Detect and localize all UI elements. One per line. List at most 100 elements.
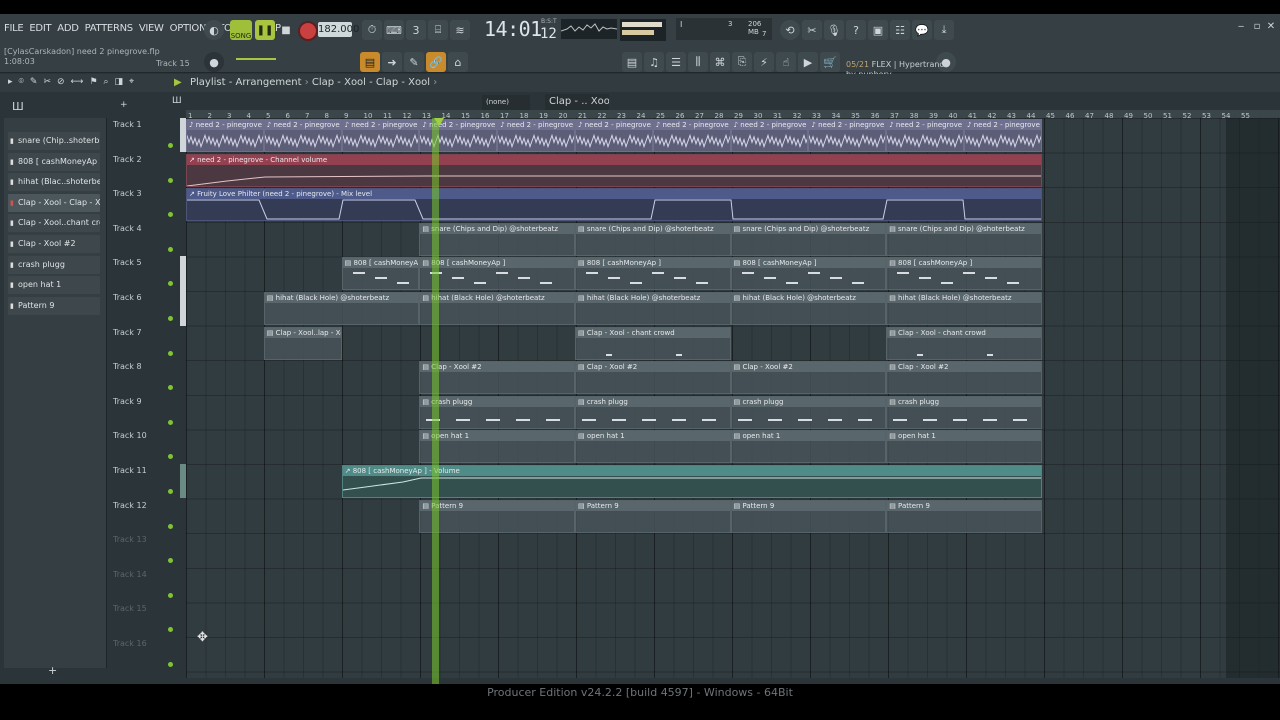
playlist-clip[interactable]: ▤ hihat (Black Hole) @shoterbeatz	[730, 292, 887, 325]
track-header[interactable]: Track 7	[110, 326, 180, 360]
playhead-marker-icon[interactable]	[434, 118, 444, 126]
playlist-clip[interactable]: ▤ open hat 1	[575, 430, 731, 464]
track-header[interactable]: Track 6	[110, 291, 180, 325]
playlist-clip[interactable]: ▤ crash plugg	[730, 395, 887, 429]
track-mute-led[interactable]	[168, 489, 173, 494]
track-header[interactable]: Track 12	[110, 499, 180, 533]
playlist-clip[interactable]: ▤ Pattern 9	[886, 499, 1042, 533]
undo-history-icon[interactable]: ⟲	[780, 20, 800, 40]
playlist-menu-icon[interactable]: ▶	[174, 77, 182, 88]
playlist-clip[interactable]: ↗ 808 [ cashMoneyAp ] - Volume	[341, 465, 1042, 498]
track-mute-led[interactable]	[168, 662, 173, 667]
track-mute-led[interactable]	[168, 627, 173, 633]
playlist-clip[interactable]: ▤ hihat (Black Hole) @shoterbeatz	[886, 292, 1042, 325]
playlist-clip[interactable]: ♪ need 2 - pinegrove	[186, 119, 264, 152]
song-pattern-icon[interactable]: ◐	[204, 20, 224, 40]
playlist-clip[interactable]: ▤ crash plugg	[886, 395, 1042, 429]
touch-icon[interactable]: ☝	[776, 52, 796, 72]
pattern-selector[interactable]: (none)	[482, 95, 530, 110]
track-mute-led[interactable]	[168, 523, 173, 529]
playlist-clip[interactable]: ▤ Pattern 9	[730, 499, 887, 533]
picker-item[interactable]: ▮ Clap - Xool - Clap - Xool	[8, 193, 100, 212]
playlist-icon[interactable]: ▤	[622, 52, 642, 72]
track-header[interactable]: Track 13	[110, 533, 180, 567]
step-edit-icon[interactable]: ⌸	[428, 20, 448, 40]
channel-rack-icon[interactable]: ☰	[666, 52, 686, 72]
playlist-clip[interactable]: ↗ Fruity Love Philter (need 2 - pinegrov…	[186, 188, 1042, 222]
countdown-icon[interactable]: 3	[406, 20, 426, 40]
track-mute-led[interactable]	[168, 316, 173, 321]
master-pitch-slider[interactable]	[236, 58, 276, 60]
playlist-clip[interactable]: ▤ 808 [ cashMoneyAp ]	[341, 257, 420, 291]
song-mode-button[interactable]: SONG	[230, 20, 252, 40]
menu-view[interactable]: VIEW	[139, 23, 164, 34]
picker-item[interactable]: ▮ crash plugg	[8, 255, 100, 274]
menu-add[interactable]: ADD	[57, 23, 79, 34]
playlist-clip[interactable]: ▤ crash plugg	[419, 395, 575, 429]
playlist-clip[interactable]: ▤ snare (Chips and Dip) @shoterbeatz	[575, 222, 731, 256]
metronome-icon[interactable]: ⏱	[362, 20, 382, 40]
download-icon[interactable]: ⤓	[934, 20, 954, 40]
picker-item[interactable]: ▮ open hat 1	[8, 276, 100, 295]
mic-icon[interactable]: 🎙	[824, 20, 844, 40]
playlist-clip[interactable]: ▤ open hat 1	[419, 430, 575, 464]
cut-icon[interactable]: ✂	[802, 20, 822, 40]
playlist-clip[interactable]: ▤ 808 [ cashMoneyAp ]	[886, 257, 1042, 291]
record-button[interactable]	[298, 21, 318, 41]
track-mute-led[interactable]	[168, 350, 173, 356]
track-header[interactable]: Track 3	[110, 187, 180, 221]
track-mute-led[interactable]	[168, 246, 173, 252]
track-mute-led[interactable]	[168, 385, 173, 391]
mixer-icon[interactable]: ☷	[890, 20, 910, 40]
close-icon[interactable]: ✕	[1266, 22, 1276, 32]
track-header[interactable]: Track 14	[110, 568, 180, 602]
track-mute-led[interactable]	[168, 454, 173, 460]
pause-button[interactable]: ❚❚	[255, 20, 275, 40]
playlist-clip[interactable]: ▤ 808 [ cashMoneyAp ]	[575, 257, 731, 291]
playlist-clip[interactable]: ▤ hihat (Black Hole) @shoterbeatz	[575, 292, 731, 325]
playlist-clip[interactable]: ↗ need 2 - pinegrove - Channel volume	[186, 153, 1042, 187]
playlist-clip[interactable]: ▤ 808 [ cashMoneyAp ]	[419, 257, 575, 291]
track-header[interactable]: Track 16	[110, 637, 180, 671]
link-icon[interactable]: 🔗	[426, 52, 446, 72]
playlist-clip[interactable]: ♪ need 2 - pinegrove	[263, 119, 342, 152]
playlist-clip[interactable]: ▤ Clap - Xool - chant crowd	[575, 326, 731, 360]
master-volume-knob[interactable]: ●	[204, 52, 224, 72]
track-mute-led[interactable]	[168, 419, 173, 425]
playlist-clip[interactable]: ▤ hihat (Black Hole) @shoterbeatz	[419, 292, 575, 325]
plugin-icon[interactable]: ⚡	[754, 52, 774, 72]
plugin-picker-icon[interactable]: ⌘	[710, 52, 730, 72]
track-header[interactable]: Track 9	[110, 395, 180, 429]
playlist-clip[interactable]: ▤ 808 [ cashMoneyAp ]	[730, 257, 887, 291]
track-header[interactable]: Track 5	[110, 256, 180, 290]
snap-icon[interactable]: Ш	[172, 96, 182, 106]
playlist-clip[interactable]: ▤ Clap - Xool..lap - Xool	[263, 326, 342, 360]
track-mute-led[interactable]	[168, 558, 173, 564]
playlist-clip[interactable]: ♪ need 2 - pinegrove	[652, 119, 731, 152]
picker-item[interactable]: ▮ hihat (Blac..shoterbeatz	[8, 173, 100, 192]
arrow-icon[interactable]: ➜	[382, 52, 402, 72]
stamp-icon[interactable]: ⌂	[448, 52, 468, 72]
playlist-clip[interactable]: ♪ need 2 - pinegrove	[886, 119, 964, 152]
tempo-display[interactable]: 182.000	[318, 22, 359, 37]
mixer-view-icon[interactable]: ⫼	[688, 52, 708, 72]
track-header[interactable]: Track 4	[110, 222, 180, 256]
playhead[interactable]	[432, 118, 439, 684]
menu-file[interactable]: FILE	[4, 23, 24, 34]
playlist-clip[interactable]: ▤ Clap - Xool - chant crowd	[886, 326, 1042, 360]
menu-edit[interactable]: EDIT	[29, 23, 51, 34]
track-header[interactable]: Track 11	[110, 464, 180, 498]
pencil-icon[interactable]: ✎	[404, 52, 424, 72]
add-channel-icon[interactable]: +	[48, 664, 57, 677]
playlist-clip[interactable]: ▤ Pattern 9	[419, 499, 575, 533]
pattern-name-field[interactable]: Clap - .. Xool	[545, 94, 609, 110]
playlist-clip[interactable]: ▤ snare (Chips and Dip) @shoterbeatz	[419, 222, 575, 256]
picker-item[interactable]: ▮ 808 [ cashMoneyAp ]	[8, 152, 100, 171]
playlist-clip[interactable]: ▤ hihat (Black Hole) @shoterbeatz	[263, 292, 420, 325]
picker-item[interactable]: ▮ snare (Chip..shoterbeatz	[8, 132, 100, 150]
picker-item[interactable]: ▮ Clap - Xool #2	[8, 235, 100, 253]
playlist-clip[interactable]: ▤ Clap - Xool #2	[419, 361, 575, 395]
playlist-clip[interactable]: ▤ snare (Chips and Dip) @shoterbeatz	[730, 222, 887, 256]
track-mute-led[interactable]	[168, 592, 173, 598]
browser-icon[interactable]: ⎘	[732, 52, 752, 72]
